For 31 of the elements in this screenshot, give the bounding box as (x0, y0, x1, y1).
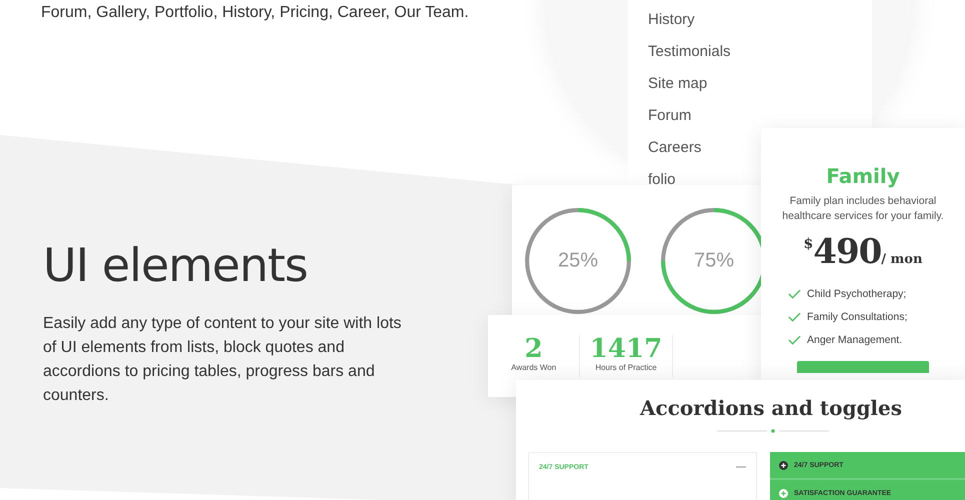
menu-item[interactable]: folio (648, 164, 676, 185)
plan-description: Family plan includes behavioral healthcare services for your family. (781, 194, 945, 224)
counter-value: 2 (524, 335, 543, 363)
divider-dot-icon (717, 428, 829, 434)
accordion-heading: Accordions and toggles (640, 396, 904, 420)
counter-label: Hours of Practice (595, 363, 657, 372)
menu-item[interactable]: Site map (648, 68, 708, 100)
price-amount: 490 (813, 232, 882, 272)
menu-item[interactable]: Careers (648, 132, 702, 164)
plan-button[interactable] (797, 361, 929, 373)
section-description: Easily add any type of content to your site with lots of UI elements from lists, block quotes and accordions to pricing tables, progress bars and counters. (43, 314, 402, 406)
check-icon (788, 312, 801, 322)
menu-item[interactable]: Testimonials (648, 36, 731, 68)
section-title: UI elements (43, 238, 309, 292)
plan-feature: Anger Management. (807, 334, 902, 346)
menu-item[interactable]: History (648, 4, 695, 36)
menu-item[interactable]: Forum (648, 100, 692, 132)
plan-title: Family (826, 164, 900, 188)
check-icon (788, 334, 801, 344)
plus-circle-icon (779, 488, 788, 498)
plan-feature: Family Consultations; (807, 310, 908, 322)
progress-label: 75% (694, 250, 734, 272)
currency-sign: $ (804, 236, 814, 252)
plan-feature: Child Psychotherapy; (807, 288, 906, 300)
counter-label: Awards Won (511, 363, 556, 372)
price-period: / mon (881, 252, 922, 267)
check-icon (788, 288, 801, 298)
plus-circle-icon (779, 460, 788, 470)
progress-label: 25% (558, 250, 598, 272)
intro-text: Forum, Gallery, Portfolio, History, Pricing, Career, Our Team. (41, 4, 469, 22)
counter-value: 1417 (590, 335, 662, 363)
